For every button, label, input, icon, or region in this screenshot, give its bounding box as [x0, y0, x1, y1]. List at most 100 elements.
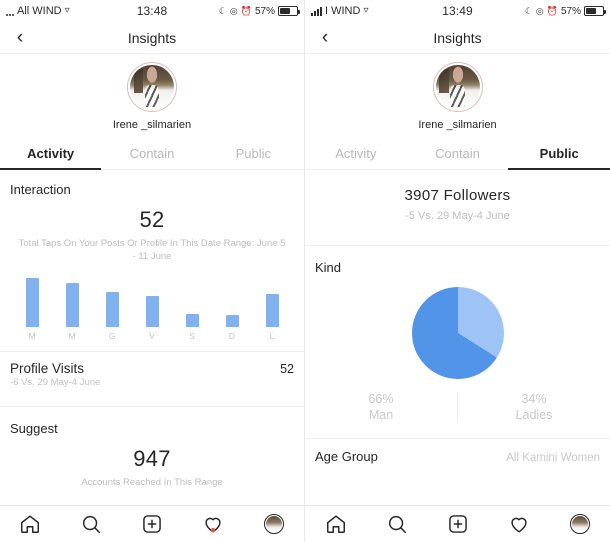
kind-title: Kind	[315, 260, 342, 275]
bar-label: S	[189, 331, 195, 341]
home-icon	[325, 513, 347, 535]
wifi-icon: ▿	[363, 5, 369, 16]
bar	[185, 314, 199, 327]
nav-profile[interactable]	[243, 514, 304, 534]
bar-label: G	[108, 331, 116, 341]
add-post-icon	[447, 513, 469, 535]
avatar[interactable]	[432, 62, 483, 112]
profile-header-left: Irene _silmarien	[0, 54, 304, 131]
nav-activity[interactable]	[182, 513, 243, 535]
battery-percent-label: 57%	[254, 5, 275, 17]
bar	[25, 278, 39, 327]
kind-pie-chart	[305, 287, 610, 379]
age-group-title: Age Group	[315, 449, 378, 464]
search-icon	[80, 513, 102, 535]
tab-contain[interactable]: Contain	[101, 140, 202, 169]
wifi-icon: ▿	[64, 5, 70, 16]
tab-activity[interactable]: Activity	[0, 140, 102, 170]
age-group-row[interactable]: Age Group All Kamini Women	[305, 439, 610, 468]
phone-screen-right: I WIND ▿ 13:49 ☾ ◎ ⏰ 57% ‹ Insights Iren…	[305, 0, 610, 542]
bar-chart-bars	[12, 275, 292, 327]
bar-column	[132, 275, 172, 327]
status-bar-left: All WIND ▿ 13:48 ☾ ◎ ⏰ 57%	[0, 0, 304, 22]
signal-bars-icon	[311, 6, 322, 16]
bar-column	[172, 275, 212, 327]
bar	[145, 296, 159, 327]
insights-tabs-right: Activity Contain Public	[305, 140, 610, 170]
suggest-caption: Accounts Reached In This Range	[81, 477, 223, 488]
bar-label: M	[68, 331, 76, 341]
nav-home[interactable]	[0, 513, 61, 535]
tab-contain[interactable]: Contain	[407, 140, 509, 169]
legend-ladies-label: Ladies	[515, 408, 553, 422]
signal-dots-icon	[6, 7, 14, 16]
bar-column	[252, 275, 292, 327]
bar-column	[92, 275, 132, 327]
profile-header-right: Irene _silmarien	[305, 54, 610, 131]
battery-icon	[278, 6, 300, 16]
interaction-value: 52	[139, 207, 165, 232]
tab-activity-label: Activity	[27, 146, 75, 161]
battery-percent-label: 57%	[560, 5, 581, 17]
battery-icon	[584, 6, 606, 16]
profile-visits-sub: -6 Vs. 29 May-4 June	[10, 377, 101, 388]
interaction-bar-chart: MMGVSDL	[0, 275, 304, 341]
avatar[interactable]	[127, 62, 177, 112]
nav-profile[interactable]	[549, 514, 610, 534]
bar	[265, 294, 279, 327]
carrier-label: All WIND	[17, 5, 62, 17]
status-clock: 13:48	[136, 4, 168, 18]
tab-public[interactable]: Public	[203, 140, 304, 169]
bottom-nav-right	[305, 505, 610, 542]
tab-public[interactable]: Public	[508, 140, 610, 170]
tab-activity-label: Activity	[335, 146, 377, 161]
back-button[interactable]: ‹	[0, 28, 40, 47]
legend-man-label: Man	[368, 408, 394, 422]
insights-tabs-left: Activity Contain Public	[0, 140, 304, 170]
nav-add-post[interactable]	[427, 513, 488, 535]
insights-content-right: 3907 Followers -5 Vs. 29 May-4 June Kind…	[305, 187, 610, 468]
status-left-group: I WIND ▿	[311, 5, 407, 17]
bar-label: L	[269, 331, 275, 341]
kind-legend: 66% Man 34% Ladies	[305, 392, 610, 422]
bar	[225, 315, 239, 327]
bar-chart-labels: MMGVSDL	[12, 331, 292, 341]
pie-slices	[411, 287, 504, 379]
dual-screenshot: All WIND ▿ 13:48 ☾ ◎ ⏰ 57% ‹ Insights Ir…	[0, 0, 610, 542]
nav-bar-left: ‹ Insights	[0, 22, 304, 54]
nav-search[interactable]	[366, 513, 427, 535]
tab-activity[interactable]: Activity	[305, 140, 407, 169]
bar	[65, 283, 79, 327]
tab-public-label: Public	[539, 146, 579, 161]
followers-sub: -5 Vs. 29 May-4 June	[405, 210, 510, 222]
profile-visits-top: Profile Visits 52	[10, 361, 294, 376]
phone-screen-left: All WIND ▿ 13:48 ☾ ◎ ⏰ 57% ‹ Insights Ir…	[0, 0, 305, 542]
moon-icon: ☾	[524, 5, 533, 16]
bar-column	[12, 275, 52, 327]
legend-item-ladies: 34% Ladies	[458, 392, 610, 422]
age-group-value: All Kamini Women	[506, 452, 600, 464]
nav-activity[interactable]	[488, 513, 549, 535]
nav-add-post[interactable]	[122, 513, 183, 535]
bar-label: M	[28, 331, 36, 341]
heart-icon	[508, 513, 530, 535]
profile-handle: Irene _silmarien	[112, 119, 192, 131]
page-title: Insights	[127, 29, 177, 46]
home-icon	[19, 513, 41, 535]
nav-home[interactable]	[305, 513, 366, 535]
legend-ladies-pct: 34%	[521, 392, 547, 406]
status-right-group: ☾ ◎ ⏰ 57%	[202, 5, 300, 17]
search-icon	[386, 513, 408, 535]
nav-search[interactable]	[61, 513, 122, 535]
bottom-nav-left	[0, 505, 304, 542]
profile-visits-row[interactable]: Profile Visits 52 -6 Vs. 29 May-4 June	[0, 352, 304, 396]
activity-badge	[210, 528, 215, 532]
bar-label: V	[149, 331, 155, 341]
alarm-icon: ⏰	[240, 5, 252, 16]
location-icon: ◎	[535, 5, 544, 16]
interaction-caption: Total Taps On Your Posts Or Profile In T…	[18, 238, 286, 262]
status-left-group: All WIND ▿	[6, 5, 102, 17]
bar	[105, 292, 119, 327]
back-button[interactable]: ‹	[305, 28, 345, 47]
add-post-icon	[141, 513, 163, 535]
